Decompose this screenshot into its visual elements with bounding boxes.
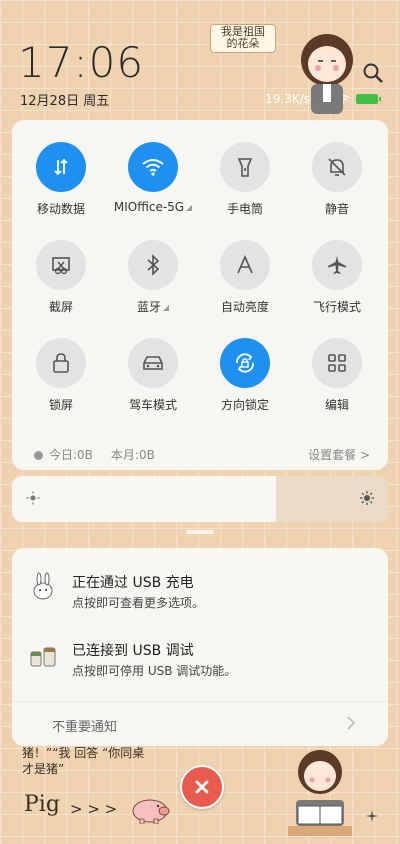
screenshot-icon [52, 257, 70, 275]
brightness-low-icon [26, 491, 40, 505]
notification-title: 正在通过 USB 充电 [72, 575, 194, 591]
toggle-auto-brightness[interactable]: 自动亮度 [200, 240, 290, 315]
unimportant-notifications-row[interactable]: 不重要通知 [12, 701, 388, 746]
wallpaper-text-line1: 猪！”“我 回答 “你同桌 [22, 746, 145, 760]
mute-bell-icon [328, 158, 346, 176]
data-usage-month: 本月:0B [110, 448, 155, 462]
mobile-data-icon [54, 158, 68, 176]
toggle-label: 锁屏 [48, 398, 73, 412]
notification-subtitle: 点按即可查看更多选项。 [72, 596, 205, 610]
clock-time: 17:06 [18, 38, 145, 87]
search-icon[interactable] [362, 62, 384, 84]
toggle-label: 飞行模式 [312, 300, 361, 314]
battery-icon [356, 94, 381, 104]
edit-grid-icon [328, 354, 346, 372]
toggle-mobile-data[interactable]: 移动数据 [16, 142, 106, 217]
reading-girl-illustration [288, 750, 352, 836]
toggle-label: 自动亮度 [220, 300, 269, 314]
wallpaper-arrows: > > > [70, 800, 118, 818]
brightness-slider[interactable] [12, 476, 388, 522]
jars-app-icon [30, 647, 56, 667]
toggle-label: 手电筒 [226, 202, 263, 216]
toggle-flashlight[interactable]: 手电筒 [200, 142, 290, 217]
wallpaper-pig-text: Pig [24, 792, 60, 817]
notification-panel: 正在通过 USB 充电 点按即可查看更多选项。 已连接到 USB 调试 点按即可… [12, 548, 388, 746]
clock-date: 12月28日 周五 [20, 94, 110, 109]
close-icon [195, 780, 209, 794]
toggle-bluetooth[interactable]: 蓝牙 [108, 240, 198, 315]
toggle-driving-mode[interactable]: 驾车模式 [108, 338, 198, 413]
toggle-mute[interactable]: 静音 [292, 142, 382, 217]
rotation-lock-icon [236, 353, 254, 373]
toggle-label: 移动数据 [36, 202, 85, 216]
toggle-label: 截屏 [48, 300, 73, 314]
airplane-icon [328, 256, 346, 274]
unimportant-notifications-label: 不重要通知 [52, 720, 118, 735]
toggle-label: 驾车模式 [128, 398, 177, 412]
notification-title: 已连接到 USB 调试 [72, 643, 194, 659]
toggle-label: MIOffice-5G [113, 200, 185, 214]
notification-usb-debugging[interactable]: 已连接到 USB 调试 点按即可停用 USB 调试功能。 [28, 640, 368, 680]
chevron-right-icon [347, 716, 356, 730]
brightness-high-icon [360, 491, 374, 505]
notification-usb-charging[interactable]: 正在通过 USB 充电 点按即可查看更多选项。 [28, 572, 368, 612]
expand-indicator-icon [186, 204, 193, 211]
data-usage-icon [34, 451, 43, 460]
toggle-label: 蓝牙 [136, 300, 161, 314]
car-icon [143, 356, 163, 370]
wallpaper-girl-illustration [301, 34, 353, 114]
pig-illustration [132, 799, 170, 824]
data-usage-today: 今日:0B [34, 446, 93, 463]
bluetooth-icon [147, 254, 160, 276]
notification-subtitle: 点按即可停用 USB 调试功能。 [72, 664, 237, 678]
data-plan-settings-link[interactable]: 设置套餐 > [308, 446, 370, 463]
expand-indicator-icon [163, 304, 169, 311]
bunny-app-icon [33, 572, 53, 600]
wallpaper-text-line2: 才是猪” [22, 762, 65, 776]
flashlight-icon [237, 158, 253, 177]
toggle-label: 方向锁定 [220, 398, 269, 412]
toggle-wifi[interactable]: MIOffice-5G [108, 142, 198, 214]
toggle-label: 静音 [324, 202, 349, 216]
auto-brightness-icon [237, 255, 253, 274]
lock-icon [53, 353, 69, 373]
clear-notifications-button[interactable] [180, 765, 224, 809]
sparkle-icon [366, 810, 378, 822]
wallpaper-note: 我是祖国 的花朵 [210, 24, 276, 53]
toggle-edit[interactable]: 编辑 [292, 338, 382, 413]
toggle-label: 编辑 [324, 398, 349, 412]
toggle-airplane-mode[interactable]: 飞行模式 [292, 240, 382, 315]
wifi-icon [142, 159, 164, 176]
quick-settings-panel: 移动数据 MIOffice-5G 手电筒 静音 截屏 蓝牙 自动亮度 飞行模式 … [12, 120, 388, 470]
panel-drag-handle[interactable] [186, 530, 214, 534]
toggle-screenshot[interactable]: 截屏 [16, 240, 106, 315]
toggle-lock-screen[interactable]: 锁屏 [16, 338, 106, 413]
data-usage-row: 今日:0B 本月:0B 设置套餐 > [12, 438, 388, 464]
toggle-rotation-lock[interactable]: 方向锁定 [200, 338, 290, 413]
